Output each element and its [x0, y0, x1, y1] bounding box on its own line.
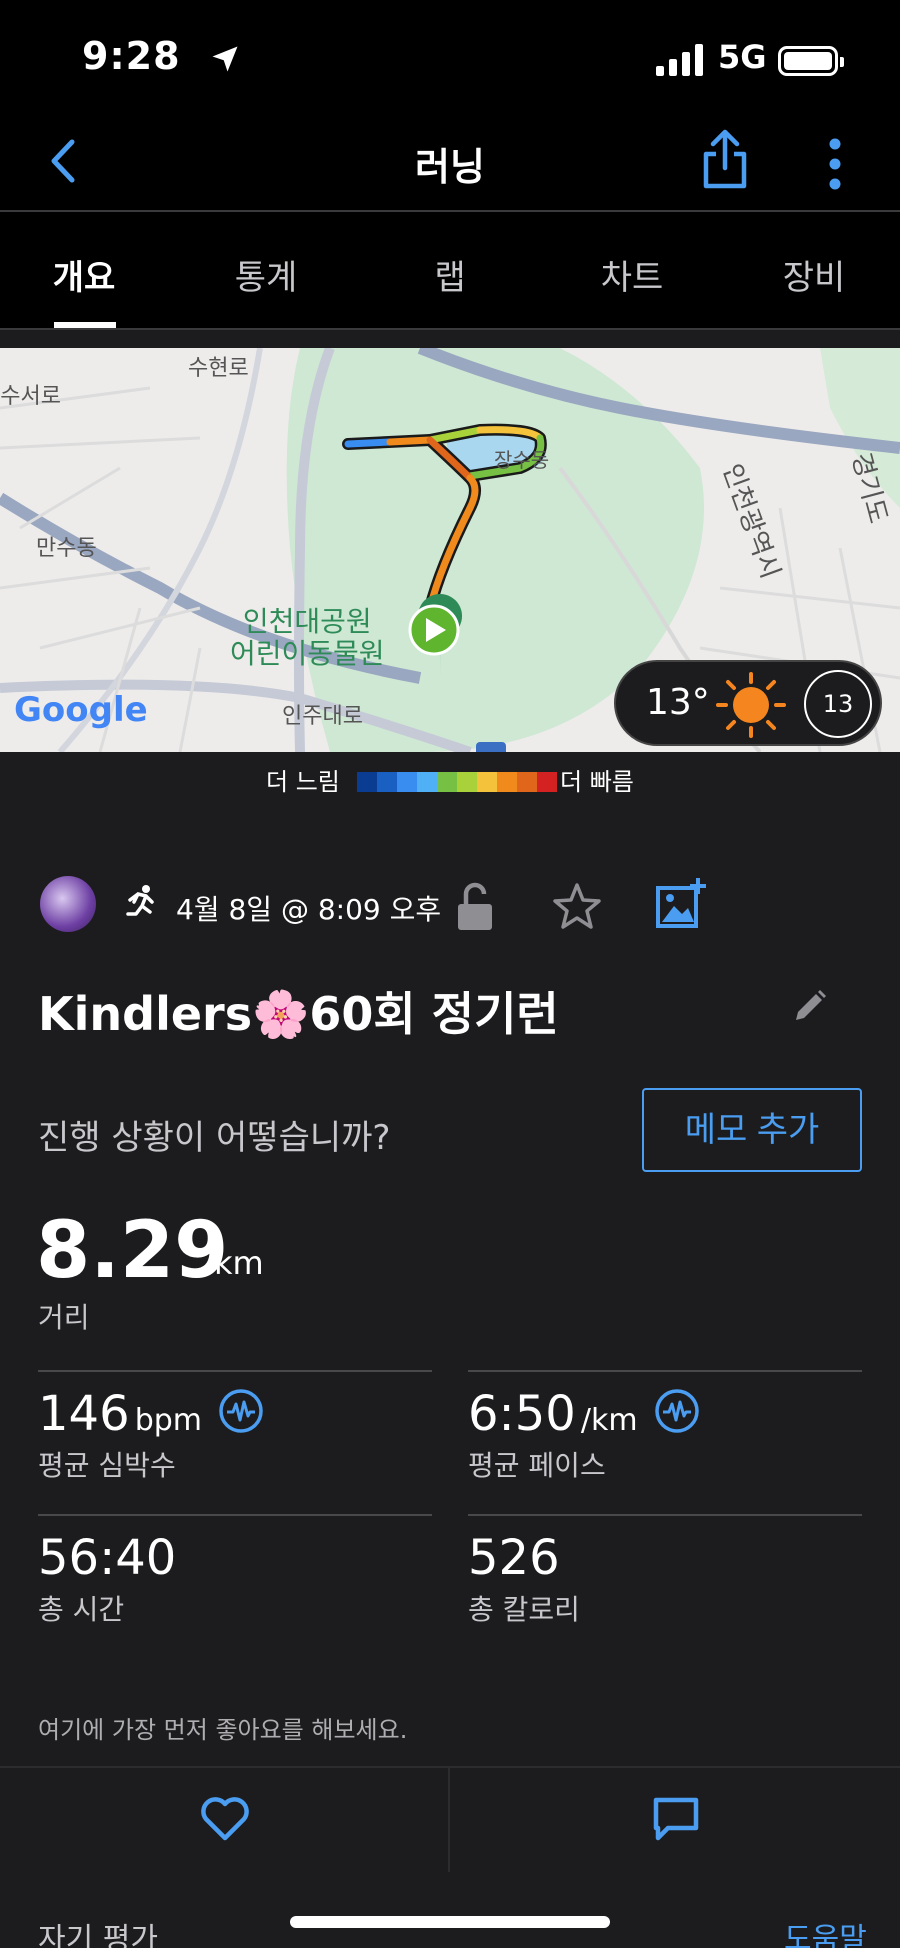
distance-value: 8.29 [36, 1206, 229, 1296]
calories-label: 총 칼로리 [468, 1593, 580, 1626]
signal-icon [656, 44, 703, 76]
like-prompt: 여기에 가장 먼저 좋아요를 해보세요. [38, 1716, 408, 1744]
pace-value: 6:50 [468, 1386, 576, 1442]
legend-swatch [397, 772, 417, 792]
legend-swatch [417, 772, 437, 792]
legend-fast-label: 더 빠름 [560, 768, 634, 796]
legend-swatch [517, 772, 537, 792]
heart-icon[interactable] [200, 1796, 250, 1842]
pace-stat: 6:50 /km [468, 1386, 638, 1442]
map-label-jangsu: 장수동 [494, 448, 550, 472]
calories-value: 526 [468, 1530, 560, 1586]
tab-bar: 개요 통계 랩 차트 장비 [0, 212, 900, 330]
pace-unit: /km [580, 1403, 638, 1438]
weather-badge: 13° 13 [614, 660, 882, 746]
map-label-suhyeon: 수현로 [188, 356, 249, 381]
help-link[interactable]: 도움말 [784, 1914, 867, 1948]
home-indicator [290, 1916, 610, 1928]
tab-gear[interactable]: 장비 [744, 250, 884, 299]
legend-slow-label: 더 느림 [266, 768, 340, 796]
unlock-icon[interactable] [454, 880, 496, 932]
total-time-label: 총 시간 [38, 1593, 125, 1626]
heart-rate-stat: 146 bpm [38, 1386, 202, 1442]
tab-laps[interactable]: 랩 [380, 250, 520, 299]
activity-title: Kindlers🌸60회 정기런 [38, 987, 559, 1041]
status-time: 9:28 [82, 34, 181, 78]
map-label-mansu: 만수동 [36, 536, 97, 561]
total-time-value: 56:40 [38, 1530, 177, 1586]
weather-temperature: 13° [646, 682, 710, 723]
tab-stats[interactable]: 통계 [196, 250, 336, 299]
legend-swatch [537, 772, 557, 792]
edit-pencil-icon[interactable] [792, 988, 828, 1024]
divider [468, 1514, 862, 1516]
pace-label: 평균 페이스 [468, 1449, 606, 1482]
activity-date: 4월 8일 @ 8:09 오후 [176, 893, 442, 926]
map-label-park: 인천대공원 어린이동물원 [230, 606, 385, 670]
tab-charts[interactable]: 차트 [562, 250, 702, 299]
social-action-bar [0, 1766, 900, 1872]
divider [38, 1514, 432, 1516]
map-label-suseo: 남수서로 [0, 384, 61, 409]
add-photo-icon[interactable] [654, 876, 708, 930]
more-icon[interactable] [824, 136, 846, 192]
progress-question: 진행 상황이 어떻습니까? [38, 1118, 391, 1158]
running-icon [126, 885, 154, 916]
status-bar: 9:28 5G [0, 0, 900, 110]
self-evaluation-heading: 자기 평가 [38, 1922, 158, 1948]
legend-swatch [357, 772, 377, 792]
location-arrow-icon [212, 46, 238, 72]
tab-overview[interactable]: 개요 [14, 250, 154, 299]
divider [38, 1370, 432, 1372]
heart-rate-label: 평균 심박수 [38, 1449, 176, 1482]
comment-icon[interactable] [652, 1796, 700, 1842]
legend-swatch [497, 772, 517, 792]
legend-swatch [377, 772, 397, 792]
map-label-park-name: 인천대공원 [242, 605, 372, 638]
legend-swatch [457, 772, 477, 792]
battery-icon [778, 46, 844, 76]
pace-wave-icon[interactable] [654, 1388, 700, 1434]
share-icon[interactable] [700, 128, 750, 192]
legend-swatch [477, 772, 497, 792]
page-title: 러닝 [415, 145, 485, 189]
add-memo-button[interactable]: 메모 추가 [642, 1088, 862, 1172]
google-logo: Google [14, 690, 148, 730]
avatar[interactable] [40, 876, 96, 932]
star-icon[interactable] [552, 882, 602, 930]
divider [448, 1766, 450, 1872]
sun-icon [716, 672, 786, 738]
heart-rate-value: 146 [38, 1386, 130, 1442]
legend-color-bar [357, 772, 557, 792]
distance-label: 거리 [38, 1301, 90, 1334]
heart-rate-wave-icon[interactable] [218, 1388, 264, 1434]
map-label-inju: 인주대로 [282, 704, 363, 729]
divider [468, 1370, 862, 1372]
wind-indicator: 13 [804, 670, 872, 738]
heart-rate-unit: bpm [134, 1403, 203, 1438]
legend-swatch [437, 772, 457, 792]
distance-unit: km [214, 1244, 264, 1282]
map-label-zoo-name: 어린이동물원 [230, 637, 385, 670]
network-label: 5G [718, 38, 767, 76]
nav-bar: 러닝 [0, 110, 900, 212]
tab-active-indicator [54, 322, 116, 328]
